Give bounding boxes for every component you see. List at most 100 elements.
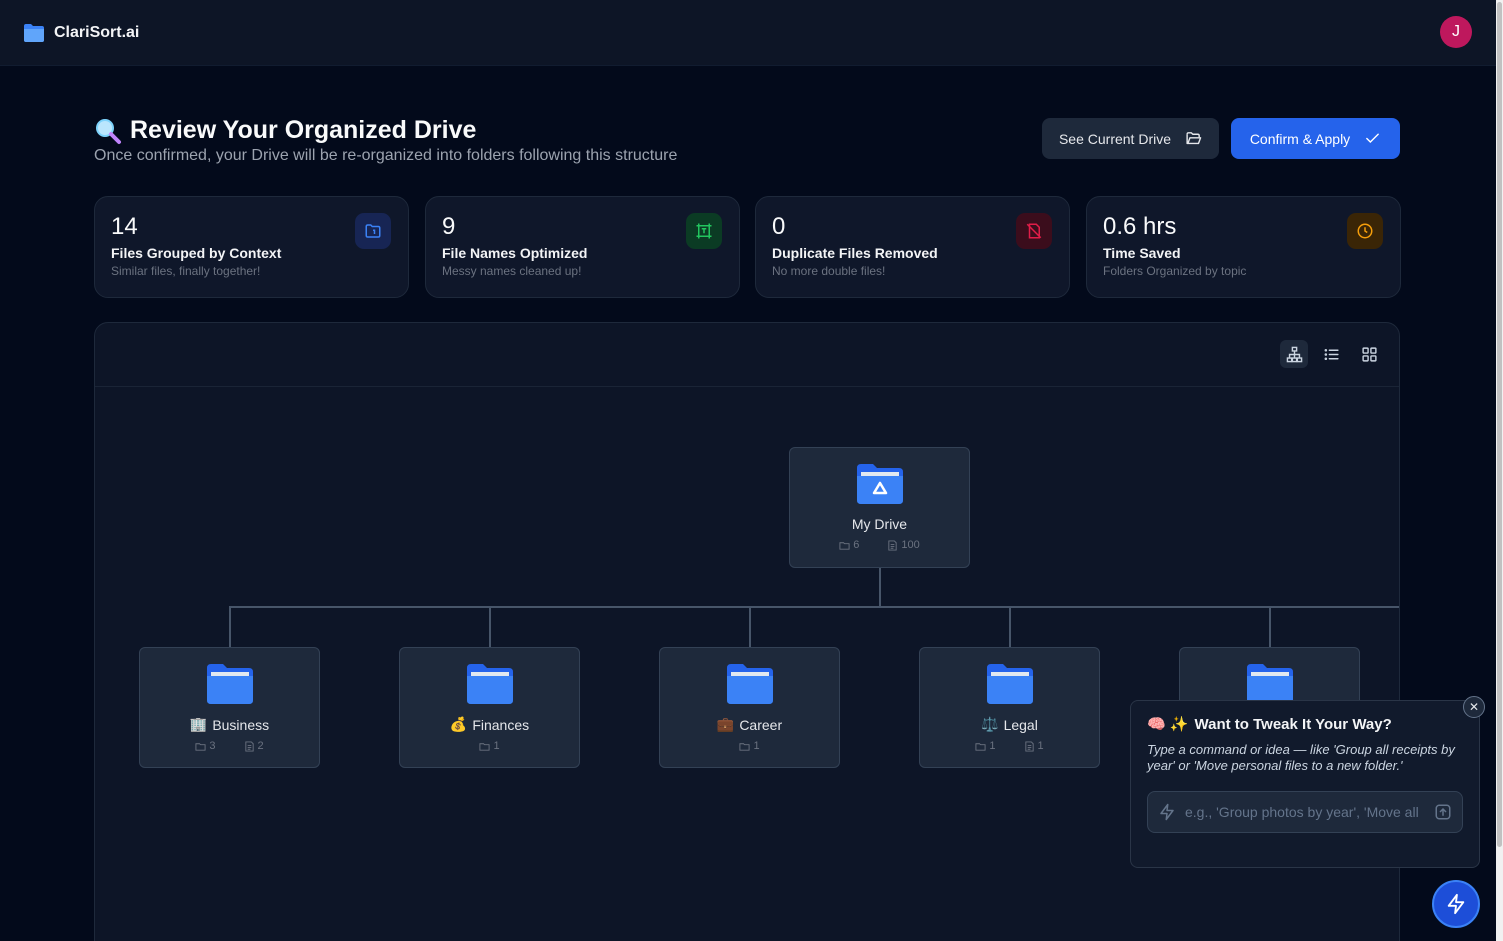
node-stats: 1 xyxy=(739,740,760,752)
folder-count: 1 xyxy=(739,740,760,752)
file-icon xyxy=(1024,740,1034,752)
stat-card-grouped: 14 Files Grouped by Context Similar file… xyxy=(94,196,409,298)
file-count: 2 xyxy=(244,740,264,752)
folder-open-icon xyxy=(1186,132,1202,145)
tree-node-legal[interactable]: ⚖️ Legal 1 1 xyxy=(919,647,1100,768)
check-icon xyxy=(1366,133,1380,144)
folder-icon xyxy=(986,664,1033,704)
page-header: Review Your Organized Drive Once confirm… xyxy=(94,116,677,165)
file-icon xyxy=(888,539,897,551)
grid-view-icon xyxy=(1361,346,1377,362)
grid-view-button[interactable] xyxy=(1355,340,1383,368)
connector xyxy=(489,606,491,647)
stat-desc: Folders Organized by topic xyxy=(1103,264,1247,278)
tree-view-button[interactable] xyxy=(1280,340,1308,368)
node-stats: 1 1 xyxy=(975,740,1044,752)
stat-value: 9 xyxy=(442,213,456,240)
folder-icon xyxy=(739,742,750,751)
stat-desc: Similar files, finally together! xyxy=(111,264,261,278)
tree-node-business[interactable]: 🏢 Business 3 2 xyxy=(139,647,320,768)
folder-count: 1 xyxy=(975,740,996,752)
avatar[interactable]: J xyxy=(1440,16,1472,48)
confirm-apply-label: Confirm & Apply xyxy=(1249,130,1351,147)
node-label: ⚖️ Legal xyxy=(981,716,1038,733)
page-subtitle: Once confirmed, your Drive will be re-or… xyxy=(94,147,678,164)
stat-label: Duplicate Files Removed xyxy=(772,245,938,261)
node-label: 🏢 Business xyxy=(189,716,270,733)
scrollbar-thumb[interactable] xyxy=(1497,2,1502,847)
file-group-icon xyxy=(355,213,391,249)
connector xyxy=(229,606,1399,608)
folder-count: 3 xyxy=(195,740,216,752)
stat-label: Files Grouped by Context xyxy=(111,245,282,261)
send-icon[interactable] xyxy=(1434,803,1452,821)
connector xyxy=(879,568,881,607)
tree-node-career[interactable]: 💼 Career 1 xyxy=(659,647,840,768)
node-label: 💼 Career xyxy=(716,716,783,733)
tree-node-finances[interactable]: 💰 Finances 1 xyxy=(399,647,580,768)
folder-icon xyxy=(206,664,253,704)
page-title: Review Your Organized Drive xyxy=(94,116,677,145)
no-duplicate-icon xyxy=(1016,213,1052,249)
stat-value: 14 xyxy=(111,213,138,240)
drive-folder-icon xyxy=(856,464,903,504)
stat-card-renamed: 9 File Names Optimized Messy names clean… xyxy=(425,196,740,298)
tweak-command-input[interactable] xyxy=(1185,804,1425,820)
stat-label: Time Saved xyxy=(1103,245,1181,261)
folder-count: 1 xyxy=(479,740,500,752)
tweak-panel: 🧠 ✨ Want to Tweak It Your Way? Type a co… xyxy=(1130,700,1480,868)
see-current-drive-label: See Current Drive xyxy=(1058,130,1172,147)
node-label: 💰 Finances xyxy=(449,716,530,733)
stat-card-time-saved: 0.6 hrs Time Saved Folders Organized by … xyxy=(1086,196,1401,298)
confirm-apply-button[interactable]: Confirm & Apply xyxy=(1231,118,1400,159)
tree-view-icon xyxy=(1286,346,1302,362)
top-bar: ClariSort.ai J xyxy=(0,0,1496,66)
view-toolbar xyxy=(95,323,1399,387)
connector xyxy=(1269,606,1271,647)
stat-card-duplicates: 0 Duplicate Files Removed No more double… xyxy=(755,196,1070,298)
scrollbar[interactable] xyxy=(1496,0,1503,941)
stat-label: File Names Optimized xyxy=(442,245,588,261)
tweak-title: 🧠 ✨ Want to Tweak It Your Way? xyxy=(1147,715,1463,734)
folder-icon xyxy=(726,664,773,704)
tweak-input-wrap xyxy=(1147,791,1463,833)
clock-icon xyxy=(1347,213,1383,249)
node-stats: 3 2 xyxy=(195,740,264,752)
folder-logo-icon xyxy=(24,23,44,42)
see-current-drive-button[interactable]: See Current Drive xyxy=(1042,118,1219,159)
folder-icon xyxy=(839,541,850,550)
file-icon xyxy=(244,740,254,752)
folder-icon xyxy=(479,742,490,751)
stat-value: 0.6 hrs xyxy=(1103,213,1177,240)
node-label: My Drive xyxy=(851,516,908,532)
node-stats: 6 100 xyxy=(839,539,920,551)
page-title-text: Review Your Organized Drive xyxy=(130,116,477,144)
folder-count: 6 xyxy=(839,539,859,551)
assistant-fab-button[interactable] xyxy=(1432,880,1480,928)
connector xyxy=(1009,606,1011,647)
folder-icon xyxy=(195,742,206,751)
tweak-title-text: Want to Tweak It Your Way? xyxy=(1194,715,1392,733)
node-stats: 1 xyxy=(479,740,500,752)
brain-sparkle-icon: 🧠 ✨ xyxy=(1147,716,1189,733)
list-view-button[interactable] xyxy=(1317,340,1345,368)
tweak-desc: Type a command or idea — like 'Group all… xyxy=(1147,742,1455,773)
bolt-icon xyxy=(1160,803,1174,821)
close-icon[interactable]: ✕ xyxy=(1463,696,1485,718)
list-view-icon xyxy=(1324,348,1339,360)
stat-desc: Messy names cleaned up! xyxy=(442,264,582,278)
bolt-icon xyxy=(1447,893,1465,915)
magnifier-icon xyxy=(96,118,121,144)
file-count: 1 xyxy=(1024,740,1044,752)
folder-icon xyxy=(466,664,513,704)
connector xyxy=(749,606,751,647)
stat-desc: No more double files! xyxy=(772,264,886,278)
tree-node-root[interactable]: My Drive 6 100 xyxy=(789,447,970,568)
rename-icon xyxy=(686,213,722,249)
connector xyxy=(229,606,231,647)
folder-icon xyxy=(975,742,986,751)
file-count: 100 xyxy=(887,539,920,551)
stat-value: 0 xyxy=(772,213,786,240)
app-name: ClariSort.ai xyxy=(54,23,140,41)
brand[interactable]: ClariSort.ai xyxy=(23,23,139,43)
